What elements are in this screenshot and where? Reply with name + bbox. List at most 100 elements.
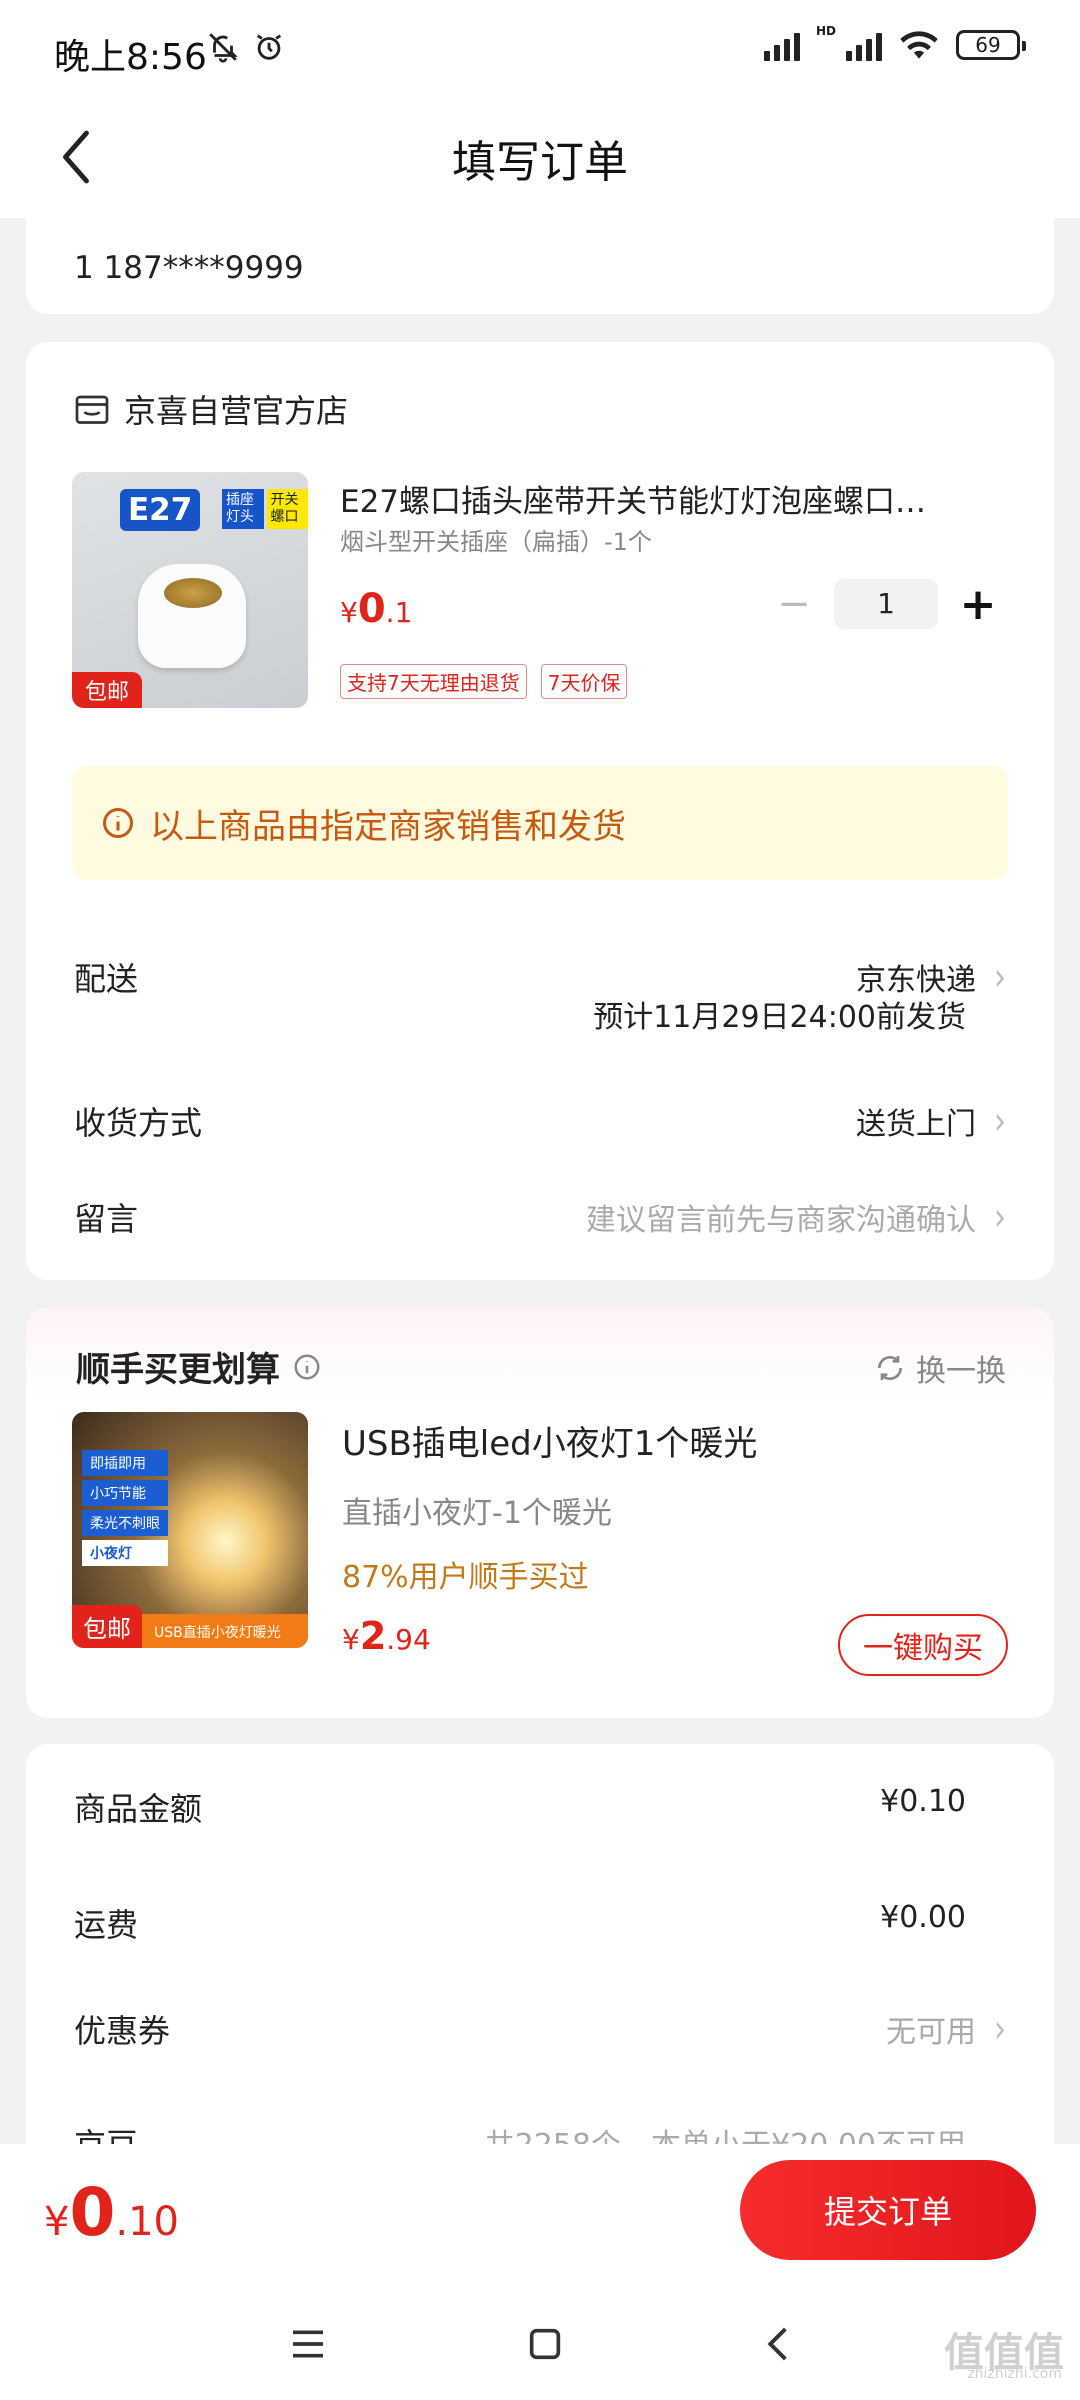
chevron-right-icon: › [994, 2006, 1006, 2052]
total-price: ¥0.10 [44, 2174, 179, 2251]
watermark-sub: zhizhizhi.com [967, 2366, 1062, 2382]
total-symbol: ¥ [44, 2199, 70, 2245]
receive-value: 送货上门 [856, 1107, 976, 1142]
info-icon [103, 808, 133, 838]
quantity-value[interactable]: 1 [834, 579, 938, 629]
price-dec: .1 [385, 596, 413, 629]
product-title[interactable]: E27螺口插头座带开关节能灯灯泡座螺口… [340, 476, 1000, 521]
recommend-buy-rate: 87%用户顺手买过 [342, 1560, 589, 1595]
badge-price-protect: 7天价保 [540, 664, 628, 699]
signal-icon [763, 29, 800, 61]
recommend-image[interactable]: 即插即用 小巧节能 柔光不刺眼 小夜灯 USB直插小夜灯暖光 包邮 [72, 1412, 308, 1648]
free-shipping-tag: 包邮 [72, 1605, 142, 1648]
message-value-wrap: 建议留言前先与商家沟通确认 › [586, 1194, 1006, 1240]
signal-icon-2 [846, 29, 882, 61]
coupon-row[interactable]: 优惠券 无可用 › [74, 2006, 1006, 2052]
price-int: 2 [359, 1614, 387, 1658]
battery-icon: 69 [956, 30, 1026, 60]
alarm-icon [256, 34, 282, 60]
refresh-icon [878, 1356, 902, 1380]
bell-off-icon [209, 33, 238, 63]
recommend-image-badges: 即插即用 小巧节能 柔光不刺眼 小夜灯 [82, 1450, 168, 1566]
product-image-sub-2: 开关螺口 [266, 489, 308, 529]
image-badge-2: 小巧节能 [82, 1480, 168, 1506]
image-badge-3: 柔光不刺眼 [82, 1510, 168, 1536]
shipping-label: 运费 [74, 1906, 139, 1944]
top-area: 晚上8:56 HD 69 填写订单 [0, 0, 1080, 218]
menu-icon[interactable] [288, 2326, 328, 2362]
goods-value: ¥0.10 [880, 1784, 966, 1819]
recommend-card: 顺手买更划算 换一换 即插即用 小巧节能 柔光不刺眼 小夜灯 USB直插小夜灯暖… [26, 1308, 1054, 1718]
shipping-row: 运费 ¥0.00 [74, 1900, 966, 1946]
price-symbol: ¥ [342, 1623, 360, 1656]
shipping-value: ¥0.00 [880, 1900, 966, 1935]
network-label: HD [815, 24, 836, 38]
page-header: 填写订单 [0, 100, 1080, 218]
recommend-spec: 直插小夜灯-1个暖光 [342, 1496, 612, 1531]
receive-method-row[interactable]: 收货方式 送货上门 › [74, 1098, 1006, 1144]
free-shipping-tag: 包邮 [72, 672, 142, 708]
socket-illustration [138, 564, 246, 668]
total-dec: .10 [115, 2199, 180, 2245]
system-nav-bar [0, 2294, 1080, 2394]
product-spec[interactable]: 烟斗型开关插座（扁插）-1个 [340, 522, 652, 557]
receive-value-wrap: 送货上门 › [856, 1098, 1006, 1144]
badge-return: 支持7天无理由退货 [340, 664, 527, 699]
info-icon[interactable] [292, 1352, 322, 1382]
wifi-icon [900, 31, 938, 59]
back-icon[interactable] [762, 2324, 792, 2364]
product-image-sub-1: 插座灯头 [222, 489, 264, 529]
delivery-label: 配送 [74, 960, 139, 998]
seller-notice: 以上商品由指定商家销售和发货 [72, 766, 1008, 880]
notice-text: 以上商品由指定商家销售和发货 [150, 806, 626, 847]
image-badge-4: 小夜灯 [82, 1540, 168, 1566]
one-click-buy-button[interactable]: 一键购买 [838, 1614, 1008, 1676]
order-card: 京喜自营官方店 E27 插座灯头 开关螺口 包邮 E27螺口插头座带开关节能灯灯… [26, 342, 1054, 1280]
refresh-label: 换一换 [916, 1354, 1006, 1389]
recommend-price: ¥2.94 [342, 1614, 431, 1658]
product-price: ¥0.1 [340, 586, 412, 632]
recommend-name[interactable]: USB插电led小夜灯1个暖光 [342, 1416, 757, 1465]
status-time: 晚上8:56 [54, 37, 207, 78]
message-placeholder: 建议留言前先与商家沟通确认 [586, 1203, 976, 1238]
address-phone: 1 187****9999 [74, 250, 304, 286]
refresh-button[interactable]: 换一换 [874, 1346, 1006, 1390]
decrease-button[interactable]: − [766, 578, 822, 630]
image-strip-text: USB直插小夜灯暖光 [154, 1625, 281, 1641]
chevron-right-icon: › [994, 1098, 1006, 1144]
image-badge-1: 即插即用 [82, 1450, 168, 1476]
shop-icon [75, 395, 109, 424]
shop-row[interactable]: 京喜自营官方店 [74, 386, 348, 432]
message-row[interactable]: 留言 建议留言前先与商家沟通确认 › [74, 1194, 1006, 1240]
increase-button[interactable]: + [950, 578, 1006, 630]
price-dec: .94 [386, 1623, 431, 1656]
status-right: HD 69 [763, 24, 1026, 62]
shop-name: 京喜自营官方店 [124, 392, 349, 430]
coupon-label: 优惠券 [74, 2012, 171, 2050]
product-image-sub: 插座灯头 开关螺口 [222, 489, 308, 529]
coupon-value-wrap: 无可用 › [886, 2006, 1006, 2052]
status-bar: 晚上8:56 HD 69 [0, 0, 1080, 100]
quantity-stepper: − 1 + [766, 578, 1006, 630]
coupon-value: 无可用 [886, 2015, 976, 2050]
goods-label: 商品金额 [74, 1790, 203, 1828]
battery-level: 69 [975, 33, 1001, 57]
price-symbol: ¥ [340, 596, 358, 629]
message-label: 留言 [74, 1200, 139, 1238]
recommend-title: 顺手买更划算 [76, 1342, 322, 1391]
product-image[interactable]: E27 插座灯头 开关螺口 包邮 [72, 472, 308, 708]
price-int: 0 [357, 586, 386, 632]
page-title: 填写订单 [452, 137, 628, 188]
submit-order-button[interactable]: 提交订单 [740, 2160, 1036, 2260]
status-icons [206, 30, 286, 64]
goods-amount-row: 商品金额 ¥0.10 [74, 1784, 966, 1830]
bottom-bar: ¥0.10 提交订单 值值值 zhizhizhi.com [0, 2144, 1080, 2400]
product-image-label: E27 [120, 489, 201, 531]
recommend-title-text: 顺手买更划算 [76, 1350, 280, 1390]
chevron-right-icon: › [994, 954, 1006, 1000]
delivery-estimate: 预计11月29日24:00前发货 [593, 1000, 966, 1035]
chevron-right-icon: › [994, 1194, 1006, 1240]
home-icon[interactable] [525, 2324, 565, 2364]
total-int: 0 [69, 2174, 116, 2251]
receive-label: 收货方式 [74, 1104, 203, 1142]
